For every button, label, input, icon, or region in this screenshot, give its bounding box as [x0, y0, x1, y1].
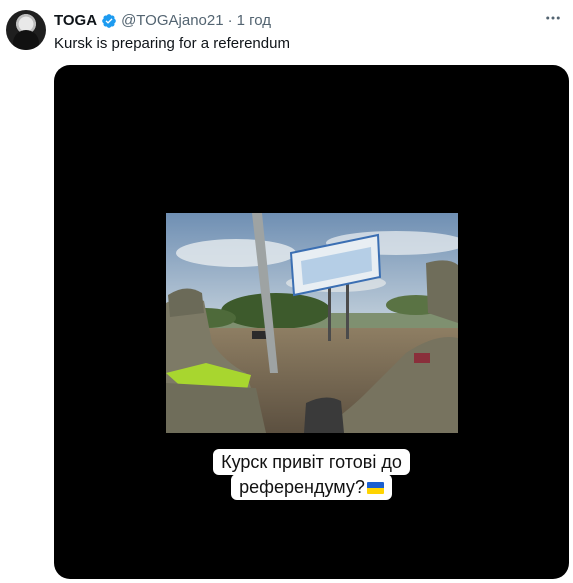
caption-line-2: референдуму?	[231, 474, 392, 500]
avatar[interactable]	[6, 10, 46, 50]
user-handle[interactable]: @TOGAjano21	[121, 12, 224, 30]
video-still-image	[166, 213, 458, 433]
ukraine-flag-icon	[366, 482, 384, 494]
tweet-header: TOGA @TOGAjano21 · 1 год	[54, 12, 271, 30]
timestamp[interactable]: 1 год	[237, 12, 271, 30]
video-frame[interactable]	[166, 213, 458, 433]
verified-badge-icon	[102, 14, 116, 28]
separator-dot: ·	[227, 12, 233, 29]
video-caption: Курск привіт готові до референдуму?	[54, 449, 569, 500]
avatar-portrait	[13, 30, 39, 50]
more-dots-icon	[546, 16, 560, 20]
display-name[interactable]: TOGA	[54, 12, 97, 30]
caption-line-1: Курск привіт готові до	[213, 449, 410, 475]
caption-line-2-text: референдуму?	[239, 477, 365, 497]
video-media[interactable]: Курск привіт готові до референдуму?	[54, 65, 569, 579]
tweet-text: Kursk is preparing for a referendum	[54, 35, 290, 52]
more-horizontal-icon[interactable]	[543, 8, 563, 28]
